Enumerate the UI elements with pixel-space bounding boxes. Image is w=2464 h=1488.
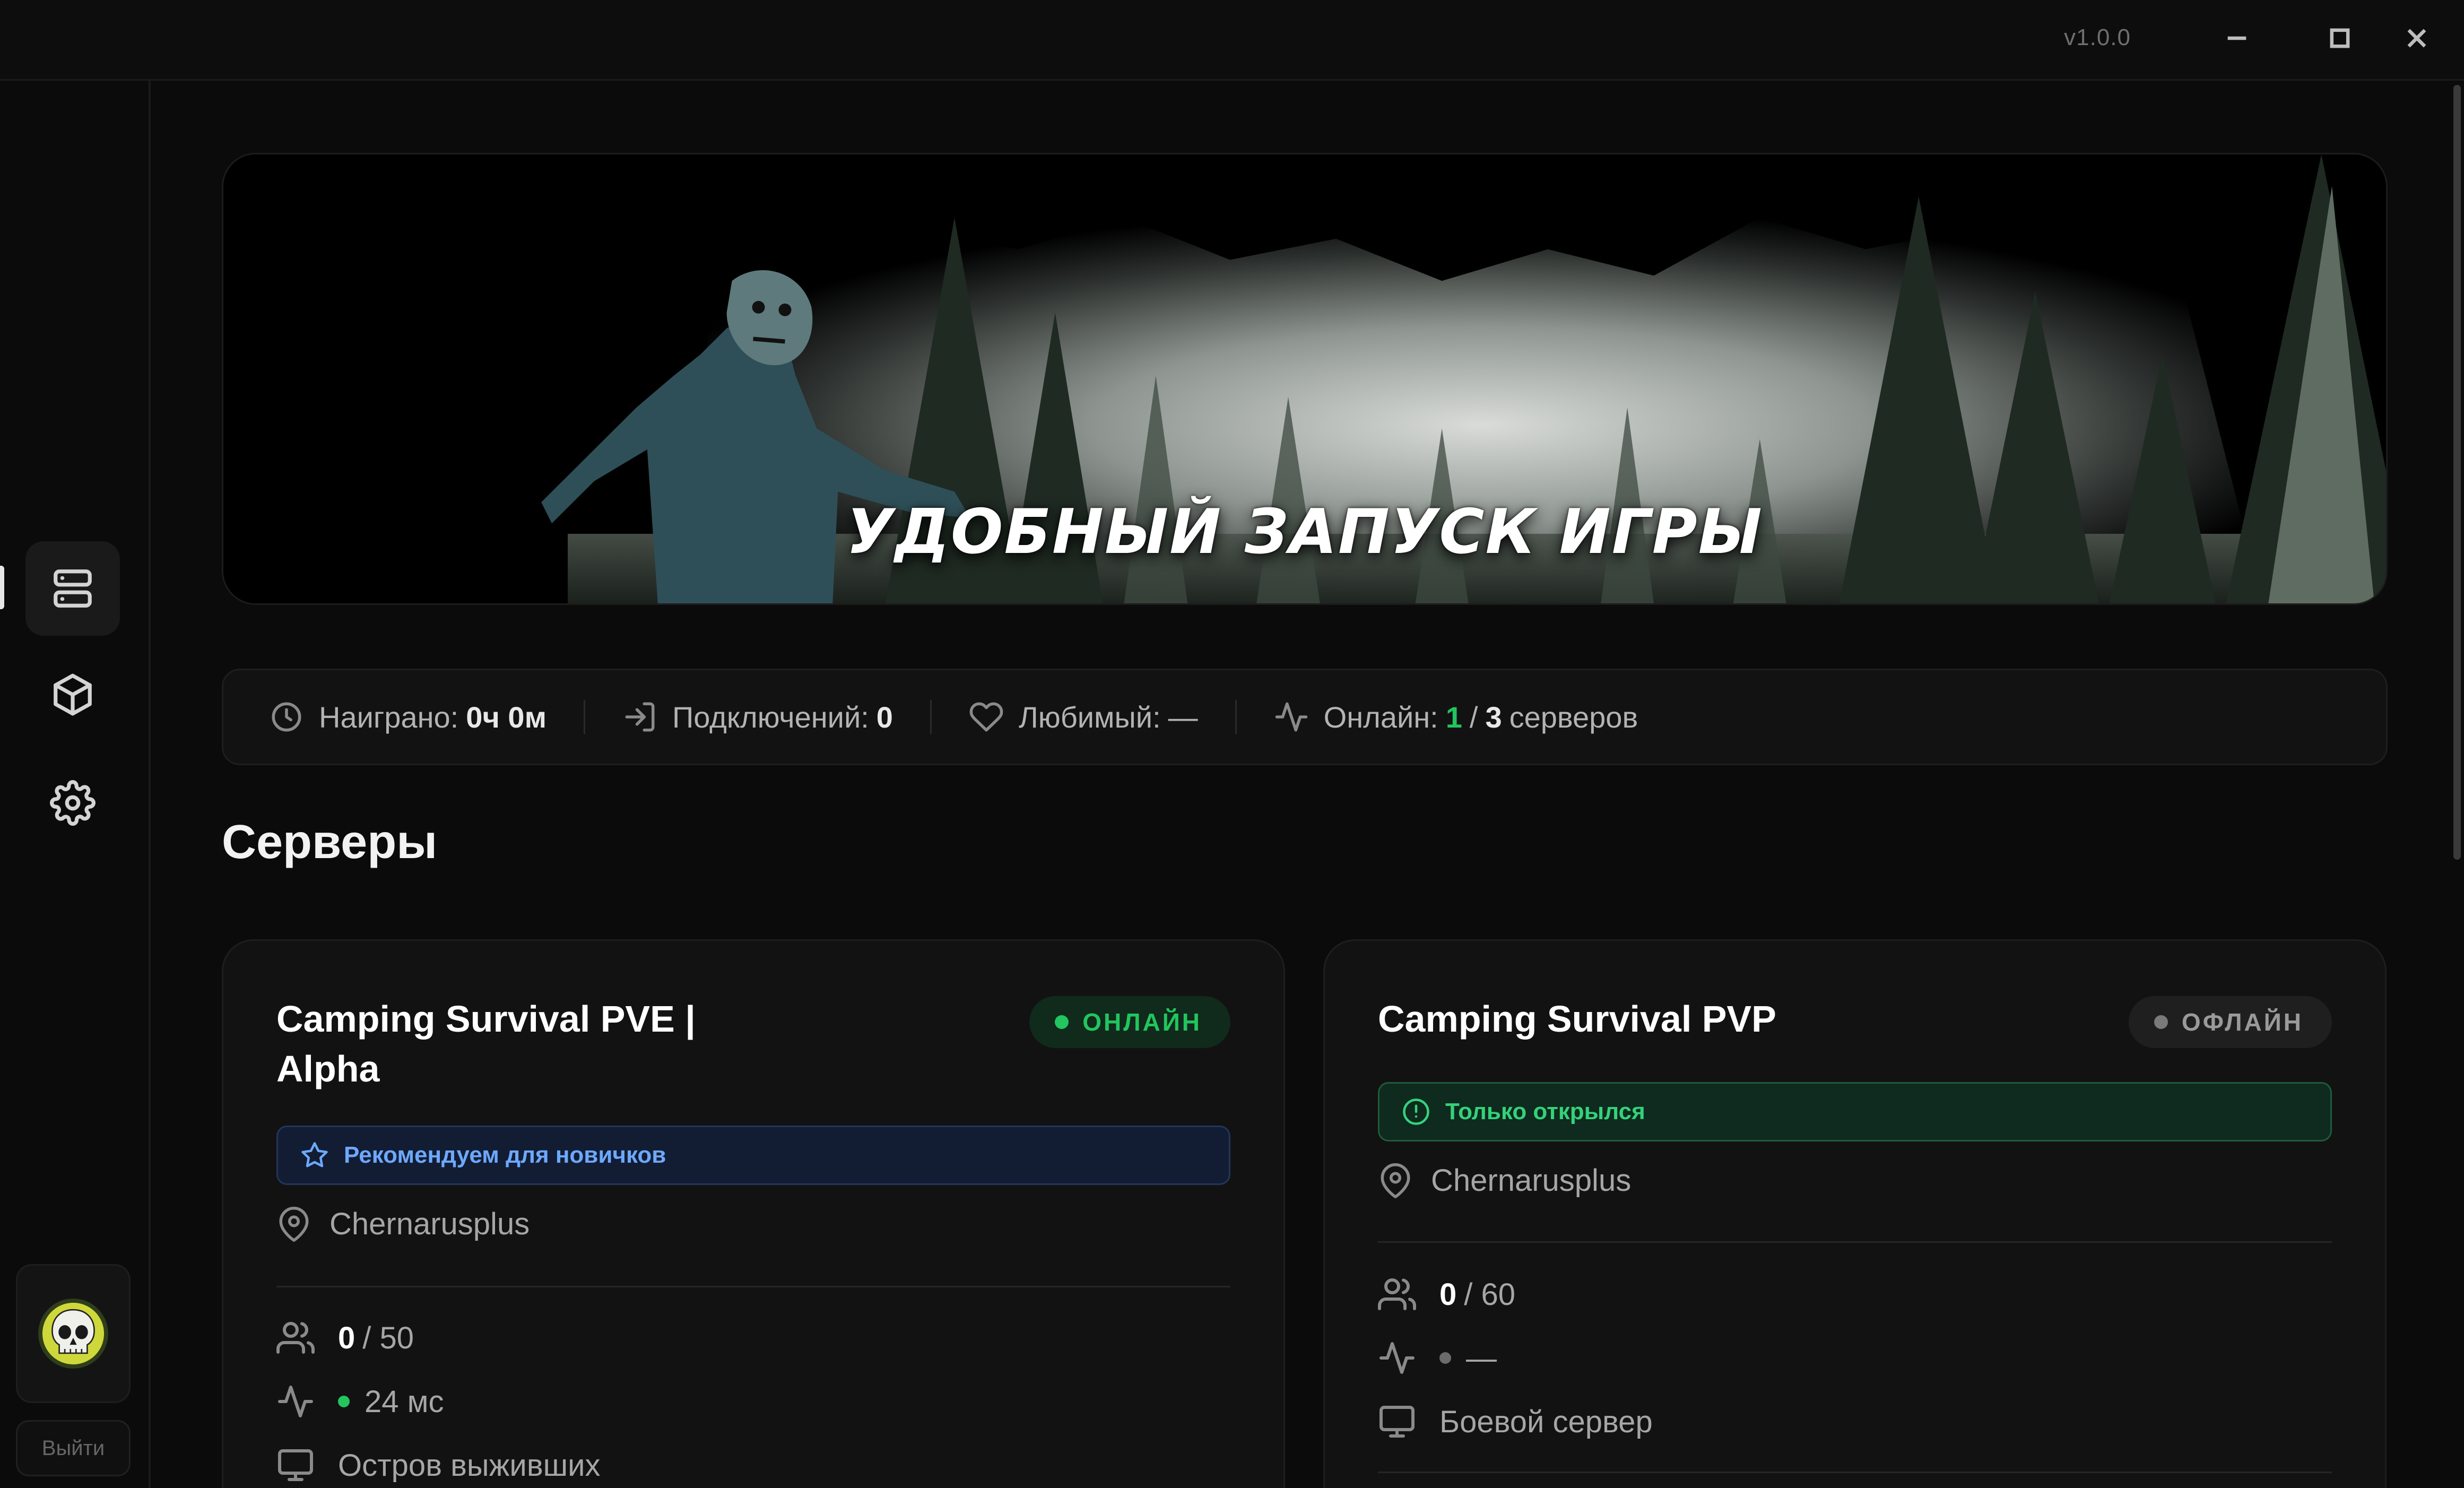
stat-online-suffix: серверов [1509,700,1638,734]
title-bar: v1.0.0 [0,0,2464,81]
server-players-max: / 60 [1464,1277,1516,1312]
scrollbar[interactable] [2453,85,2461,860]
server-map-label: Chernarusplus [1431,1163,1632,1198]
activity-icon [278,1386,313,1417]
ping-status-dot [338,1396,350,1407]
clock-icon [272,702,301,732]
users-icon [1378,1278,1416,1310]
card-divider [276,1286,1230,1287]
server-card[interactable]: Camping Survival PVP ОФЛАЙН Только откры… [1323,939,2387,1488]
activity-icon [1275,702,1307,732]
server-players: 0 / 60 [1378,1275,1515,1313]
skull-avatar-icon [38,1299,108,1369]
status-dot [1055,1015,1069,1029]
card-divider [1378,1241,2332,1243]
server-icon [54,569,92,608]
stat-online-total: 3 [1485,700,1502,734]
monitor-icon [278,1449,313,1481]
stat-played-time: Наиграно: 0ч 0м [269,699,546,734]
ping-status-dot [1439,1352,1451,1364]
map-pin-icon [1381,1163,1410,1198]
server-players-max: / 50 [362,1320,414,1355]
status-badge: ОФЛАЙН [2128,996,2332,1048]
login-icon [625,702,655,732]
server-card[interactable]: Camping Survival PVE | Alpha ОНЛАЙН Реко… [222,939,1285,1488]
monitor-icon [1380,1406,1415,1438]
minimize-button[interactable] [2216,19,2258,57]
activity-icon [1380,1342,1415,1374]
sidebar-item-settings[interactable] [25,756,120,850]
section-title-servers: Серверы [222,816,438,869]
stat-favorite: Любимый: — [969,699,1198,734]
stat-online-sep: / [1469,700,1478,734]
server-players: 0 / 50 [276,1319,414,1357]
server-description-label: Боевой сервер [1439,1404,1653,1439]
server-name: Camping Survival PVP [1378,998,1776,1040]
server-description: Остров выживших [276,1446,601,1484]
status-badge: ОНЛАЙН [1029,996,1230,1048]
banner-title: УДОБНЫЙ ЗАПУСК ИГРЫ [846,496,1763,568]
status-dot [2154,1015,2168,1029]
info-circle-icon [1403,1098,1429,1125]
status-label: ОНЛАЙН [1082,1008,1202,1036]
close-icon [2407,29,2426,48]
stat-online-label: Онлайн: [1323,700,1438,734]
avatar [38,1299,108,1369]
stat-separator [1235,700,1237,734]
gear-icon [50,780,96,826]
server-description: Боевой сервер [1378,1403,1653,1441]
status-label: ОФЛАЙН [2181,1008,2303,1036]
user-profile-button[interactable] [16,1264,131,1403]
stat-separator [930,700,932,734]
stat-connections-label: Подключений: [672,700,869,734]
server-ping: — [1378,1339,1497,1377]
server-map-label: Chernarusplus [329,1207,530,1241]
stat-played-label: Наиграно: [319,700,459,734]
server-ping: 24 мс [276,1382,444,1421]
server-tag-label: Рекомендуем для новичков [344,1142,666,1168]
server-ping-value: 24 мс [365,1384,444,1419]
close-button[interactable] [2370,19,2464,57]
server-tag-label: Только открылся [1445,1098,1645,1124]
stat-favorite-label: Любимый: [1018,700,1161,734]
minimize-icon [2227,36,2246,40]
heart-icon [969,702,1003,732]
maximize-button[interactable] [2319,19,2361,57]
server-players-count: 0 [338,1320,355,1355]
hero-banner: УДОБНЫЙ ЗАПУСК ИГРЫ [222,153,2388,605]
server-players-count: 0 [1439,1277,1457,1312]
stat-favorite-value: — [1168,700,1198,734]
server-description-label: Остров выживших [338,1448,601,1483]
app-version: v1.0.0 [2064,24,2131,50]
server-ping-value: — [1466,1340,1497,1375]
server-tag: Только открылся [1378,1082,2332,1141]
stats-bar: Наиграно: 0ч 0м Подключений: 0 Любимый: … [222,669,2388,765]
sidebar-item-servers[interactable] [25,541,120,636]
server-map: Chernarusplus [276,1206,530,1242]
server-name: Camping Survival PVE | Alpha [276,998,696,1089]
stat-online: Онлайн: 1 / 3 серверов [1274,699,1638,734]
sidebar: Выйти [0,81,151,1488]
star-icon [301,1142,328,1167]
maximize-icon [2330,28,2350,48]
sidebar-item-mods[interactable] [25,647,120,742]
server-map: Chernarusplus [1378,1163,1631,1198]
server-tag: Рекомендуем для новичков [276,1126,1230,1185]
package-icon [54,673,92,716]
users-icon [276,1322,315,1354]
card-divider [1378,1472,2332,1473]
stat-connections-value: 0 [876,700,893,734]
active-nav-indicator [0,566,4,609]
stat-played-value: 0ч 0м [466,700,547,734]
map-pin-icon [279,1206,309,1242]
stat-online-value: 1 [1445,700,1462,734]
stat-connections: Подключений: 0 [622,699,893,734]
logout-button[interactable]: Выйти [16,1420,131,1476]
stat-separator [584,700,586,734]
